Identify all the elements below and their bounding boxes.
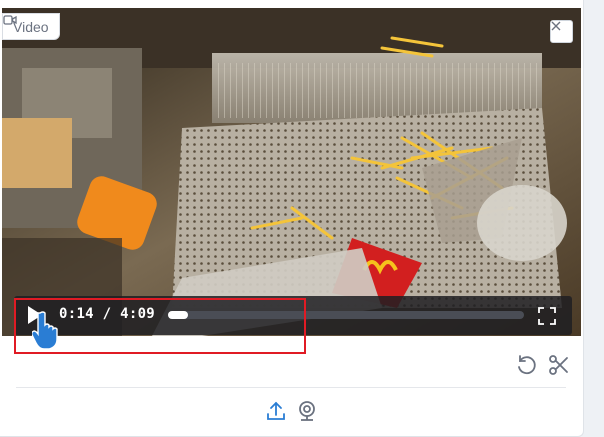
upload-icon xyxy=(267,401,285,420)
video-frame[interactable]: Video xyxy=(2,8,581,336)
video-tag-label: Video xyxy=(13,18,49,35)
close-button[interactable] xyxy=(550,20,573,43)
webcam-button[interactable] xyxy=(295,399,319,423)
toolbar-divider xyxy=(16,387,566,388)
undo-button[interactable] xyxy=(515,353,539,377)
webcam-icon xyxy=(299,401,315,421)
video-panel: Video 0:14 / 4:09 xyxy=(0,0,584,437)
fullscreen-icon xyxy=(538,307,556,325)
video-tag: Video xyxy=(2,13,60,40)
undo-icon xyxy=(518,355,536,375)
upload-button[interactable] xyxy=(264,399,288,423)
scissors-button[interactable] xyxy=(547,353,571,377)
hand-pointer-cursor xyxy=(32,311,58,350)
close-icon xyxy=(551,21,561,31)
fullscreen-button[interactable] xyxy=(538,307,556,325)
video-still xyxy=(2,8,581,336)
scissors-icon xyxy=(549,355,568,375)
video-camera-icon xyxy=(3,15,17,25)
